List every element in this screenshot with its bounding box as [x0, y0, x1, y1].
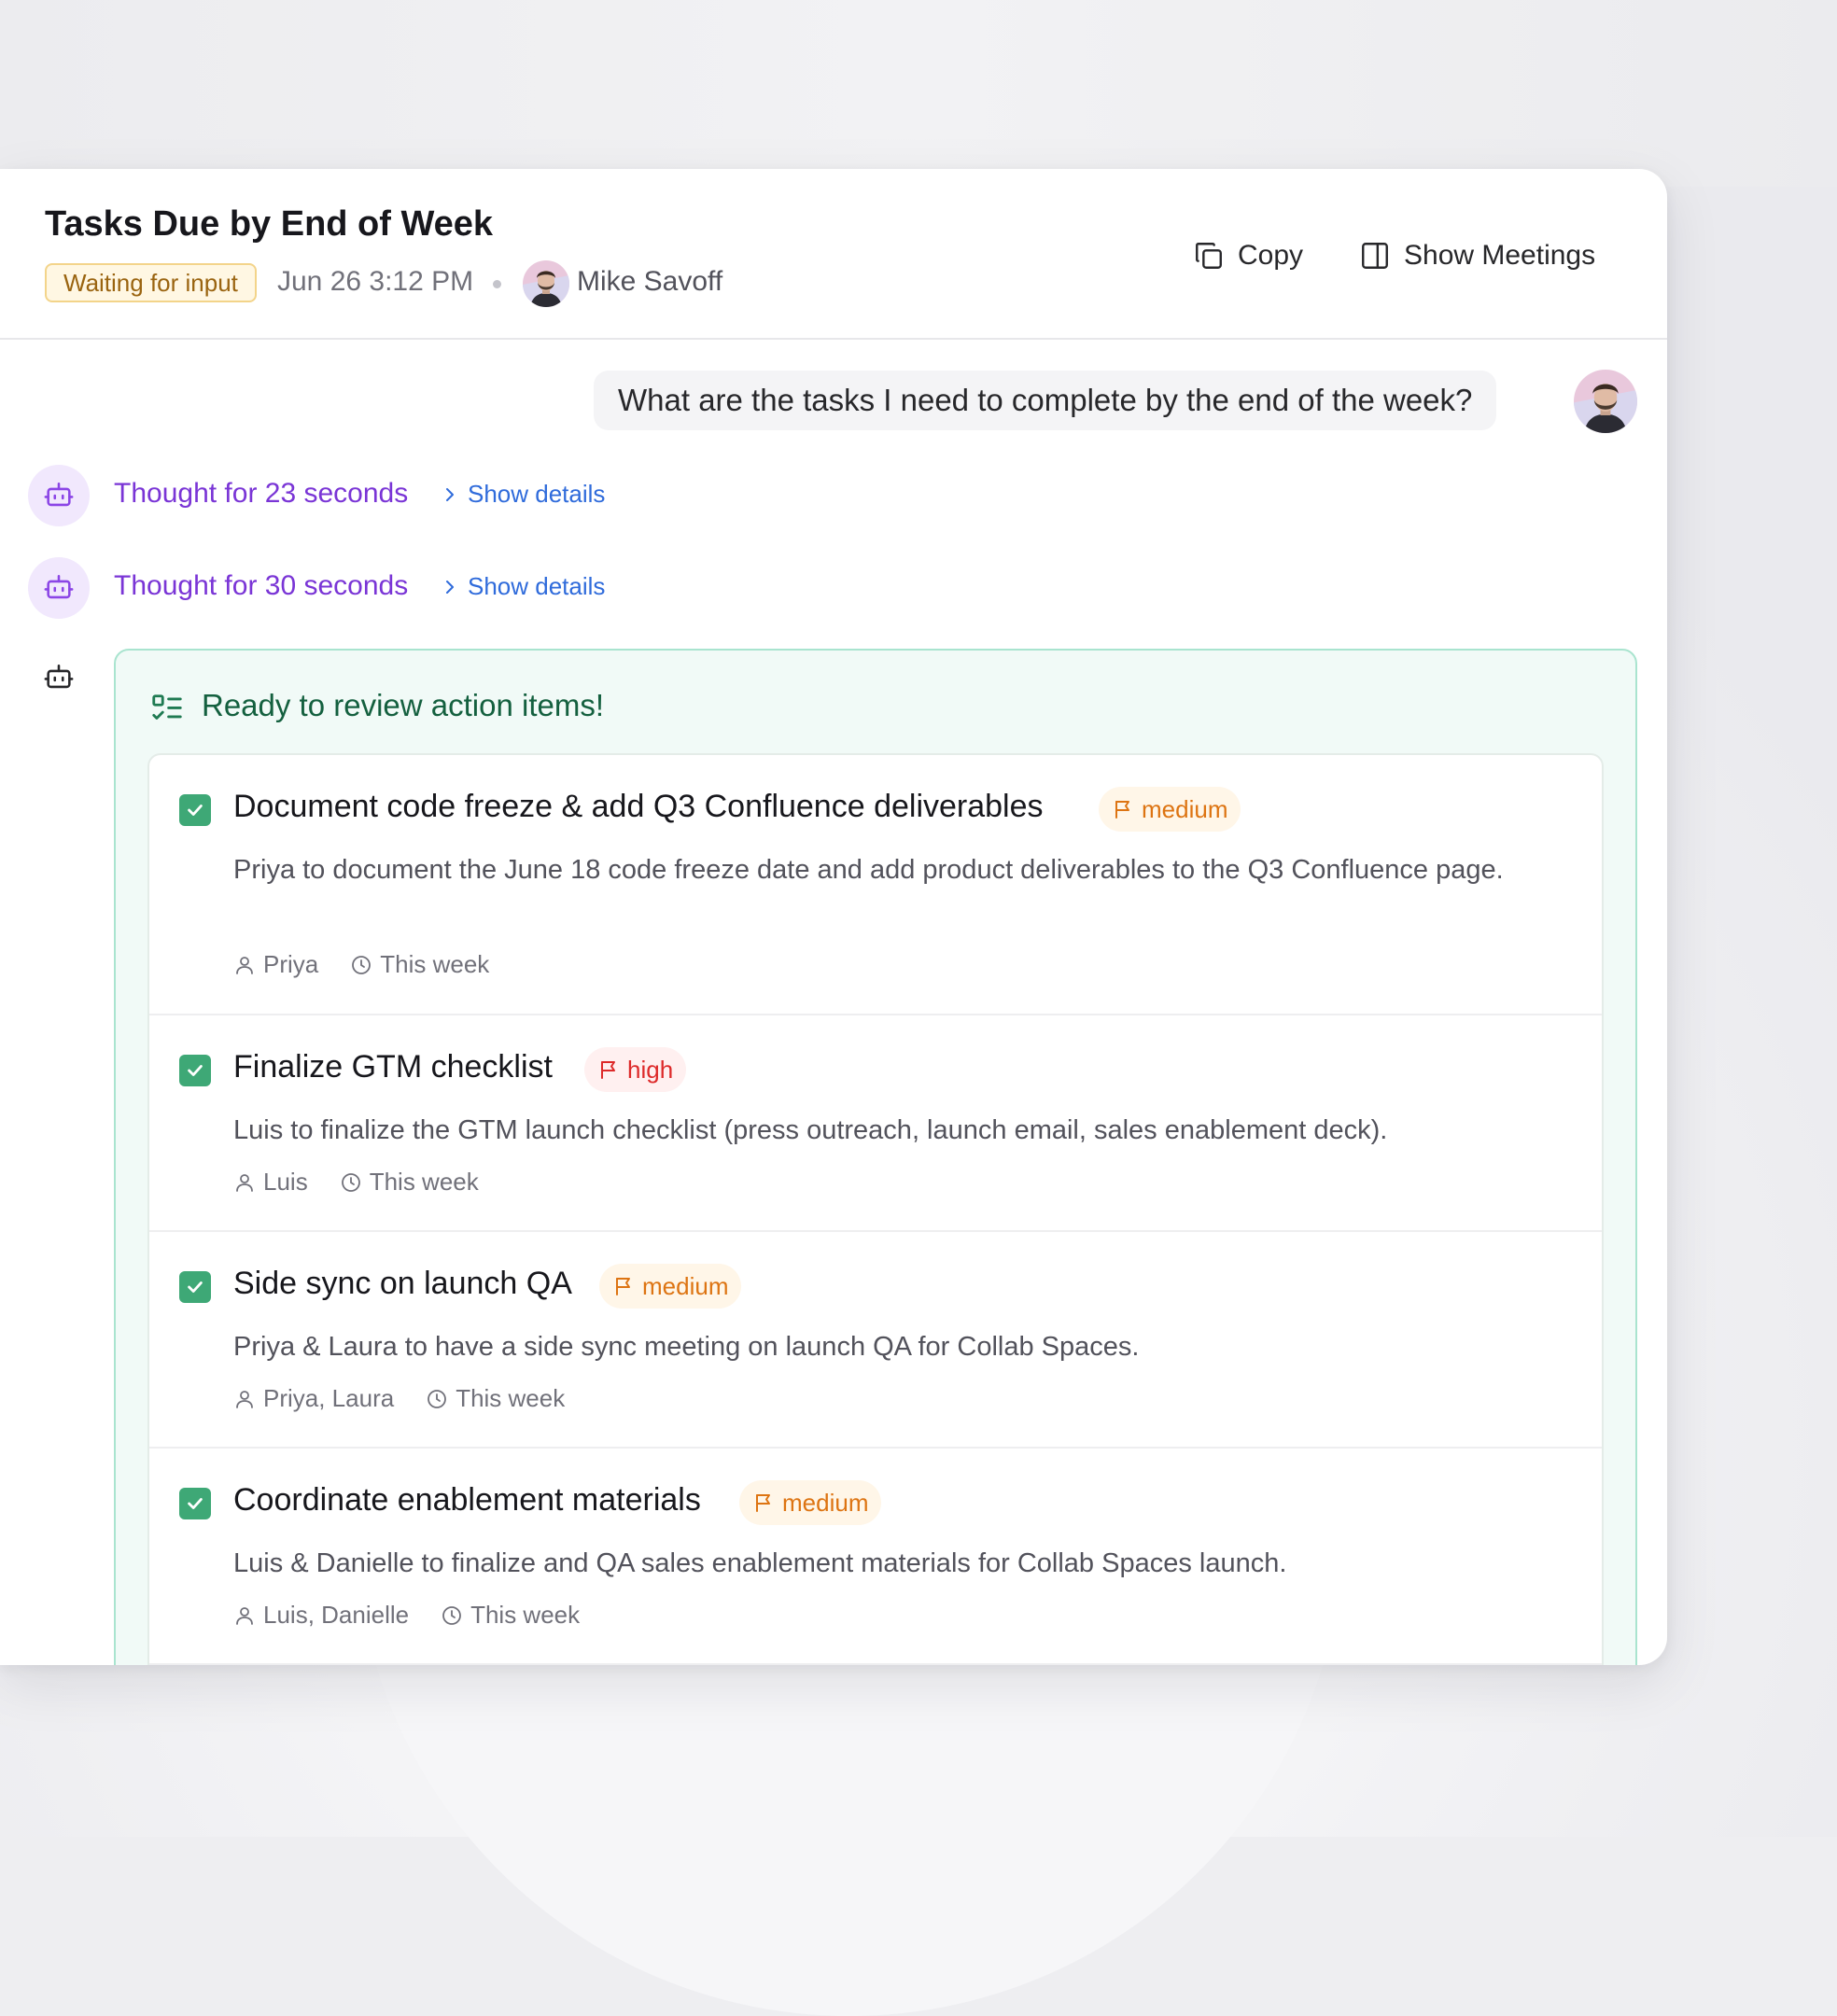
priority-label: medium: [1142, 794, 1228, 823]
user-icon: [236, 956, 253, 974]
assignee-names: Luis, Danielle: [263, 1601, 410, 1629]
show-meetings-button[interactable]: Show Meetings: [1359, 232, 1595, 279]
item-title: Side sync on launch QA: [233, 1266, 572, 1301]
chevron-right-icon[interactable]: [439, 483, 461, 506]
thought-row: Thought for 23 seconds Show details: [28, 465, 868, 528]
assignee-names: Priya, Laura: [263, 1384, 395, 1412]
priority-badge: medium: [1099, 787, 1241, 832]
action-item: Coordinate enablement materials medium L…: [149, 1449, 1602, 1665]
item-meta: Priya, Laura This week: [233, 1384, 596, 1413]
priority-badge: medium: [599, 1264, 742, 1309]
author-name: Mike Savoff: [577, 266, 723, 297]
action-item: Finalize GTM checklist high Luis to fina…: [149, 1015, 1602, 1232]
assistant-avatar: [28, 557, 90, 619]
conversation-date: Jun 26 3:12 PM: [277, 266, 474, 297]
thought-duration: Thought for 23 seconds: [114, 478, 409, 509]
page-title: Tasks Due by End of Week: [45, 204, 494, 244]
robot-icon: [44, 574, 74, 599]
chevron-right-icon[interactable]: [439, 576, 461, 598]
due-date: This week: [426, 1384, 565, 1413]
check-icon: [188, 1281, 203, 1293]
clock-icon: [428, 1389, 447, 1408]
copy-button[interactable]: Copy: [1193, 232, 1303, 279]
separator-dot: [493, 280, 501, 288]
flag-icon: [756, 1494, 770, 1512]
user-avatar: [1574, 370, 1637, 433]
user-icon: [236, 1173, 253, 1192]
clock-icon: [352, 955, 372, 974]
action-item-list: Document code freeze & add Q3 Confluence…: [147, 753, 1604, 1665]
item-description: Luis & Danielle to finalize and QA sales…: [233, 1548, 1287, 1578]
checklist-icon: [152, 694, 182, 720]
item-meta: Luis, Danielle This week: [233, 1601, 611, 1630]
show-details-link[interactable]: Show details: [468, 480, 605, 509]
due-label: This week: [380, 950, 490, 978]
check-icon: [188, 1498, 203, 1509]
item-description: Priya to document the June 18 code freez…: [233, 855, 1504, 885]
user-message: What are the tasks I need to complete by…: [594, 371, 1497, 430]
avatar: [523, 260, 569, 307]
item-title: Coordinate enablement materials: [233, 1482, 701, 1518]
show-meetings-label: Show Meetings: [1404, 240, 1596, 271]
flag-icon: [601, 1061, 615, 1079]
priority-badge: high: [584, 1047, 687, 1092]
priority-label: medium: [782, 1488, 869, 1517]
background-top-band: [0, 0, 1837, 187]
item-checkbox[interactable]: [179, 794, 211, 826]
thought-duration: Thought for 30 seconds: [114, 570, 409, 601]
status-badge: Waiting for input: [45, 263, 257, 302]
robot-icon: [44, 664, 74, 689]
chat-window: Tasks Due by End of Week Waiting for inp…: [0, 169, 1667, 1665]
clock-icon: [442, 1605, 461, 1625]
copy-icon: [1196, 243, 1222, 269]
item-checkbox[interactable]: [179, 1055, 211, 1086]
priority-badge: medium: [739, 1480, 882, 1525]
due-date: This week: [441, 1601, 580, 1630]
conversation-header: Tasks Due by End of Week Waiting for inp…: [0, 169, 1667, 340]
assignee: Priya, Laura: [233, 1384, 394, 1413]
assignee: Priya: [233, 950, 318, 979]
robot-icon: [44, 482, 74, 507]
item-checkbox[interactable]: [179, 1488, 211, 1519]
flag-icon: [1115, 801, 1129, 819]
item-checkbox[interactable]: [179, 1271, 211, 1303]
due-label: This week: [456, 1384, 566, 1412]
item-description: Luis to finalize the GTM launch checklis…: [233, 1115, 1388, 1145]
assignee: Luis: [233, 1168, 308, 1197]
priority-label: medium: [642, 1271, 729, 1300]
thought-row: Thought for 30 seconds Show details: [28, 557, 868, 621]
check-icon: [188, 1065, 203, 1076]
assignee: Luis, Danielle: [233, 1601, 409, 1630]
check-icon: [188, 805, 203, 816]
action-items-panel: Ready to review action items! Document c…: [114, 649, 1637, 1665]
item-meta: Priya This week: [233, 950, 521, 979]
assistant-avatar: [28, 465, 90, 526]
due-date: This week: [340, 1168, 479, 1197]
show-details-link[interactable]: Show details: [468, 572, 605, 601]
due-label: This week: [470, 1601, 581, 1629]
action-items-heading: Ready to review action items!: [202, 688, 605, 722]
item-description: Priya & Laura to have a side sync meetin…: [233, 1332, 1140, 1362]
action-item: Document code freeze & add Q3 Confluence…: [149, 755, 1602, 1015]
action-item: Side sync on launch QA medium Priya & La…: [149, 1232, 1602, 1449]
user-icon: [236, 1606, 253, 1625]
priority-label: high: [627, 1055, 674, 1084]
clock-icon: [341, 1172, 360, 1192]
item-title: Document code freeze & add Q3 Confluence…: [233, 789, 1044, 824]
assignee-names: Luis: [263, 1168, 308, 1196]
assignee-names: Priya: [263, 950, 319, 978]
flag-icon: [616, 1278, 630, 1295]
due-date: This week: [350, 950, 489, 979]
due-label: This week: [369, 1168, 479, 1196]
item-meta: Luis This week: [233, 1168, 511, 1197]
item-title: Finalize GTM checklist: [233, 1049, 553, 1085]
user-icon: [236, 1390, 253, 1408]
copy-button-label: Copy: [1238, 240, 1304, 271]
sidebar-panel-icon: [1362, 243, 1388, 269]
